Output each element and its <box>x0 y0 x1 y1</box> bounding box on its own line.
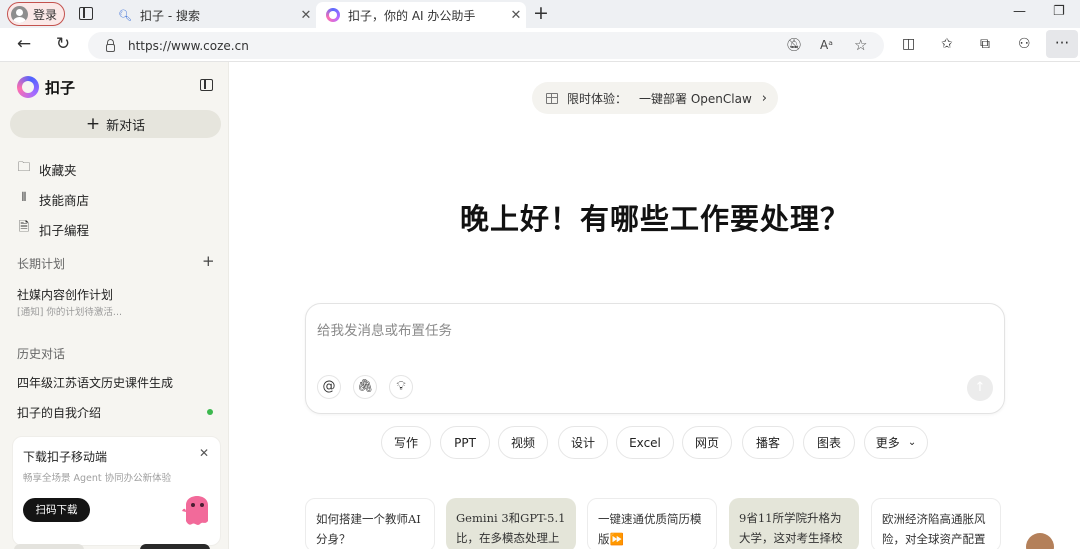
chip-chart[interactable]: 图表 <box>803 426 855 459</box>
browser-menu-button[interactable]: ··· <box>1046 30 1078 58</box>
download-app-card: 下载扣子移动端 畅享全场景 Agent 协同办公新体验 ✕ 扫码下载 <box>12 436 221 546</box>
brand-name: 扣子 <box>45 78 76 97</box>
long-term-plan-heading: 长期计划 <box>17 257 66 271</box>
message-input-placeholder[interactable]: 给我发消息或布置任务 <box>317 319 452 339</box>
new-tab-button[interactable]: + <box>530 3 552 25</box>
minimize-icon[interactable]: — <box>1013 4 1026 19</box>
message-input-box[interactable]: 给我发消息或布置任务 @ 🖇︎ 💡︎ ↑ <box>305 303 1005 414</box>
ghost-mascot-icon <box>182 496 208 525</box>
plan-title: 社媒内容创作计划 <box>17 288 114 302</box>
send-button[interactable]: ↑ <box>967 375 993 401</box>
plus-icon: + <box>85 113 101 134</box>
collections-icon[interactable]: ⧉ <box>980 36 990 52</box>
tab-actions-icon[interactable] <box>79 7 93 20</box>
restore-icon[interactable]: ❐ <box>1053 4 1065 19</box>
lightbulb-icon[interactable]: 💡︎ <box>389 375 413 399</box>
sidebar-footer-item[interactable] <box>14 544 84 549</box>
books-icon: 𝍪 <box>21 190 27 205</box>
extensions-icon[interactable]: ⚇ <box>1018 36 1031 52</box>
sidebar: 扣子 + 新对话 🗀︎ 收藏夹 𝍪 技能商店 🗎︎ 扣子编程 长期计划 + 社媒… <box>0 62 229 549</box>
profile-label: 登录 <box>33 7 58 22</box>
scan-download-button[interactable]: 扫码下载 <box>23 498 90 522</box>
tab-title: 扣子，你的 AI 办公助手 <box>348 8 476 23</box>
browser-tab-strip: 登录 🔍︎ 扣子 - 搜索 ✕ 扣子，你的 AI 办公助手 ✕ + — ❐ <box>0 0 1080 28</box>
user-avatar-icon <box>11 5 28 23</box>
plan-subtitle: [通知] 你的计划待激活... <box>17 307 122 318</box>
download-card-title: 下载扣子移动端 <box>23 450 108 464</box>
coze-logo-icon <box>17 76 39 98</box>
attach-icon[interactable]: 🖇︎ <box>353 375 377 399</box>
gift-icon <box>546 92 558 104</box>
chip-podcast[interactable]: 播客 <box>742 426 794 459</box>
url-text: https://www.coze.cn <box>128 38 249 53</box>
read-aloud-icon[interactable]: Aᵃ <box>820 38 833 52</box>
chip-design[interactable]: 设计 <box>558 426 608 459</box>
promo-banner[interactable]: 限时体验： 一键部署 OpenClaw › <box>532 82 778 114</box>
collapse-sidebar-icon[interactable] <box>200 79 213 91</box>
add-plan-icon[interactable]: + <box>202 252 215 270</box>
code-file-icon: 🗎︎ <box>18 220 30 235</box>
promo-text: 一键部署 OpenClaw <box>639 91 752 106</box>
folder-icon: 🗀︎ <box>17 160 31 175</box>
tab-search[interactable]: 🔍︎ 扣子 - 搜索 ✕ <box>108 2 316 28</box>
sidebar-item-label: 收藏夹 <box>39 162 77 178</box>
suggestion-card[interactable]: 一键速通优质简历模版⏩ <box>587 498 717 549</box>
feedback-float-button[interactable] <box>1026 533 1054 549</box>
chip-more-label: 更多 <box>875 436 900 450</box>
history-item[interactable]: 扣子的自我介绍 <box>17 404 101 421</box>
chip-excel[interactable]: Excel <box>616 426 674 459</box>
address-bar[interactable]: https://www.coze.cn 🔕︎ Aᵃ ☆ <box>88 32 884 59</box>
brand[interactable]: 扣子 <box>17 76 75 98</box>
download-card-subtitle: 畅享全场景 Agent 协同办公新体验 <box>23 473 172 484</box>
chevron-right-icon: › <box>761 90 767 106</box>
tab-coze[interactable]: 扣子，你的 AI 办公助手 ✕ <box>316 2 526 28</box>
profile-button[interactable]: 登录 <box>7 2 65 26</box>
history-item[interactable]: 四年级江苏语文历史课件生成 <box>17 374 173 391</box>
new-chat-button[interactable]: + 新对话 <box>10 110 221 138</box>
greeting-heading: 晚上好！有哪些工作要处理？ <box>459 202 850 236</box>
new-chat-label: 新对话 <box>106 118 146 134</box>
chip-ppt[interactable]: PPT <box>440 426 490 459</box>
chip-more[interactable]: 更多 ⌄ <box>864 426 928 459</box>
mention-icon[interactable]: @ <box>317 375 341 399</box>
sidebar-item-label: 扣子编程 <box>39 222 90 238</box>
suggestion-card[interactable]: Gemini 3和GPT-5.1比，在多模态处理上 <box>446 498 576 549</box>
close-icon[interactable]: ✕ <box>296 8 316 23</box>
coze-logo-icon <box>326 8 340 22</box>
chip-writing[interactable]: 写作 <box>381 426 431 459</box>
favorites-list-icon[interactable]: ✩ <box>941 36 953 52</box>
tab-title: 扣子 - 搜索 <box>140 8 200 23</box>
suggestion-card[interactable]: 欧洲经济陷高通胀风险，对全球资产配置 <box>871 498 1001 549</box>
favorite-star-icon[interactable]: ☆ <box>854 36 867 54</box>
sidebar-item-skill-store[interactable]: 𝍪 技能商店 <box>17 188 89 210</box>
sidebar-item-coze-code[interactable]: 🗎︎ 扣子编程 <box>17 218 89 240</box>
close-icon[interactable]: ✕ <box>199 446 209 460</box>
suggestion-card[interactable]: 如何搭建一个教师AI分身？ <box>305 498 435 549</box>
notifications-off-icon[interactable]: 🔕︎ <box>786 38 803 53</box>
sidebar-item-label: 技能商店 <box>39 192 90 208</box>
refresh-icon[interactable]: ↻ <box>51 33 75 57</box>
promo-label: 限时体验： <box>567 91 628 106</box>
online-status-dot <box>207 409 213 415</box>
sidebar-footer-button[interactable] <box>140 544 210 549</box>
chip-video[interactable]: 视频 <box>498 426 548 459</box>
lock-icon <box>106 38 115 52</box>
suggestion-card[interactable]: 9省11所学院升格为大学，这对考生择校 <box>729 498 859 549</box>
search-icon: 🔍︎ <box>118 8 132 22</box>
back-icon[interactable]: ← <box>12 33 36 57</box>
chip-webpage[interactable]: 网页 <box>682 426 732 459</box>
close-icon[interactable]: ✕ <box>506 8 526 23</box>
chevron-down-icon: ⌄ <box>907 437 917 448</box>
history-heading: 历史对话 <box>17 347 66 361</box>
sidebar-item-favorites[interactable]: 🗀︎ 收藏夹 <box>17 158 77 180</box>
browser-toolbar: ← ↻ https://www.coze.cn 🔕︎ Aᵃ ☆ ◫ ✩ ⧉ ⚇ <box>0 28 1080 62</box>
split-screen-icon[interactable]: ◫ <box>902 36 915 52</box>
